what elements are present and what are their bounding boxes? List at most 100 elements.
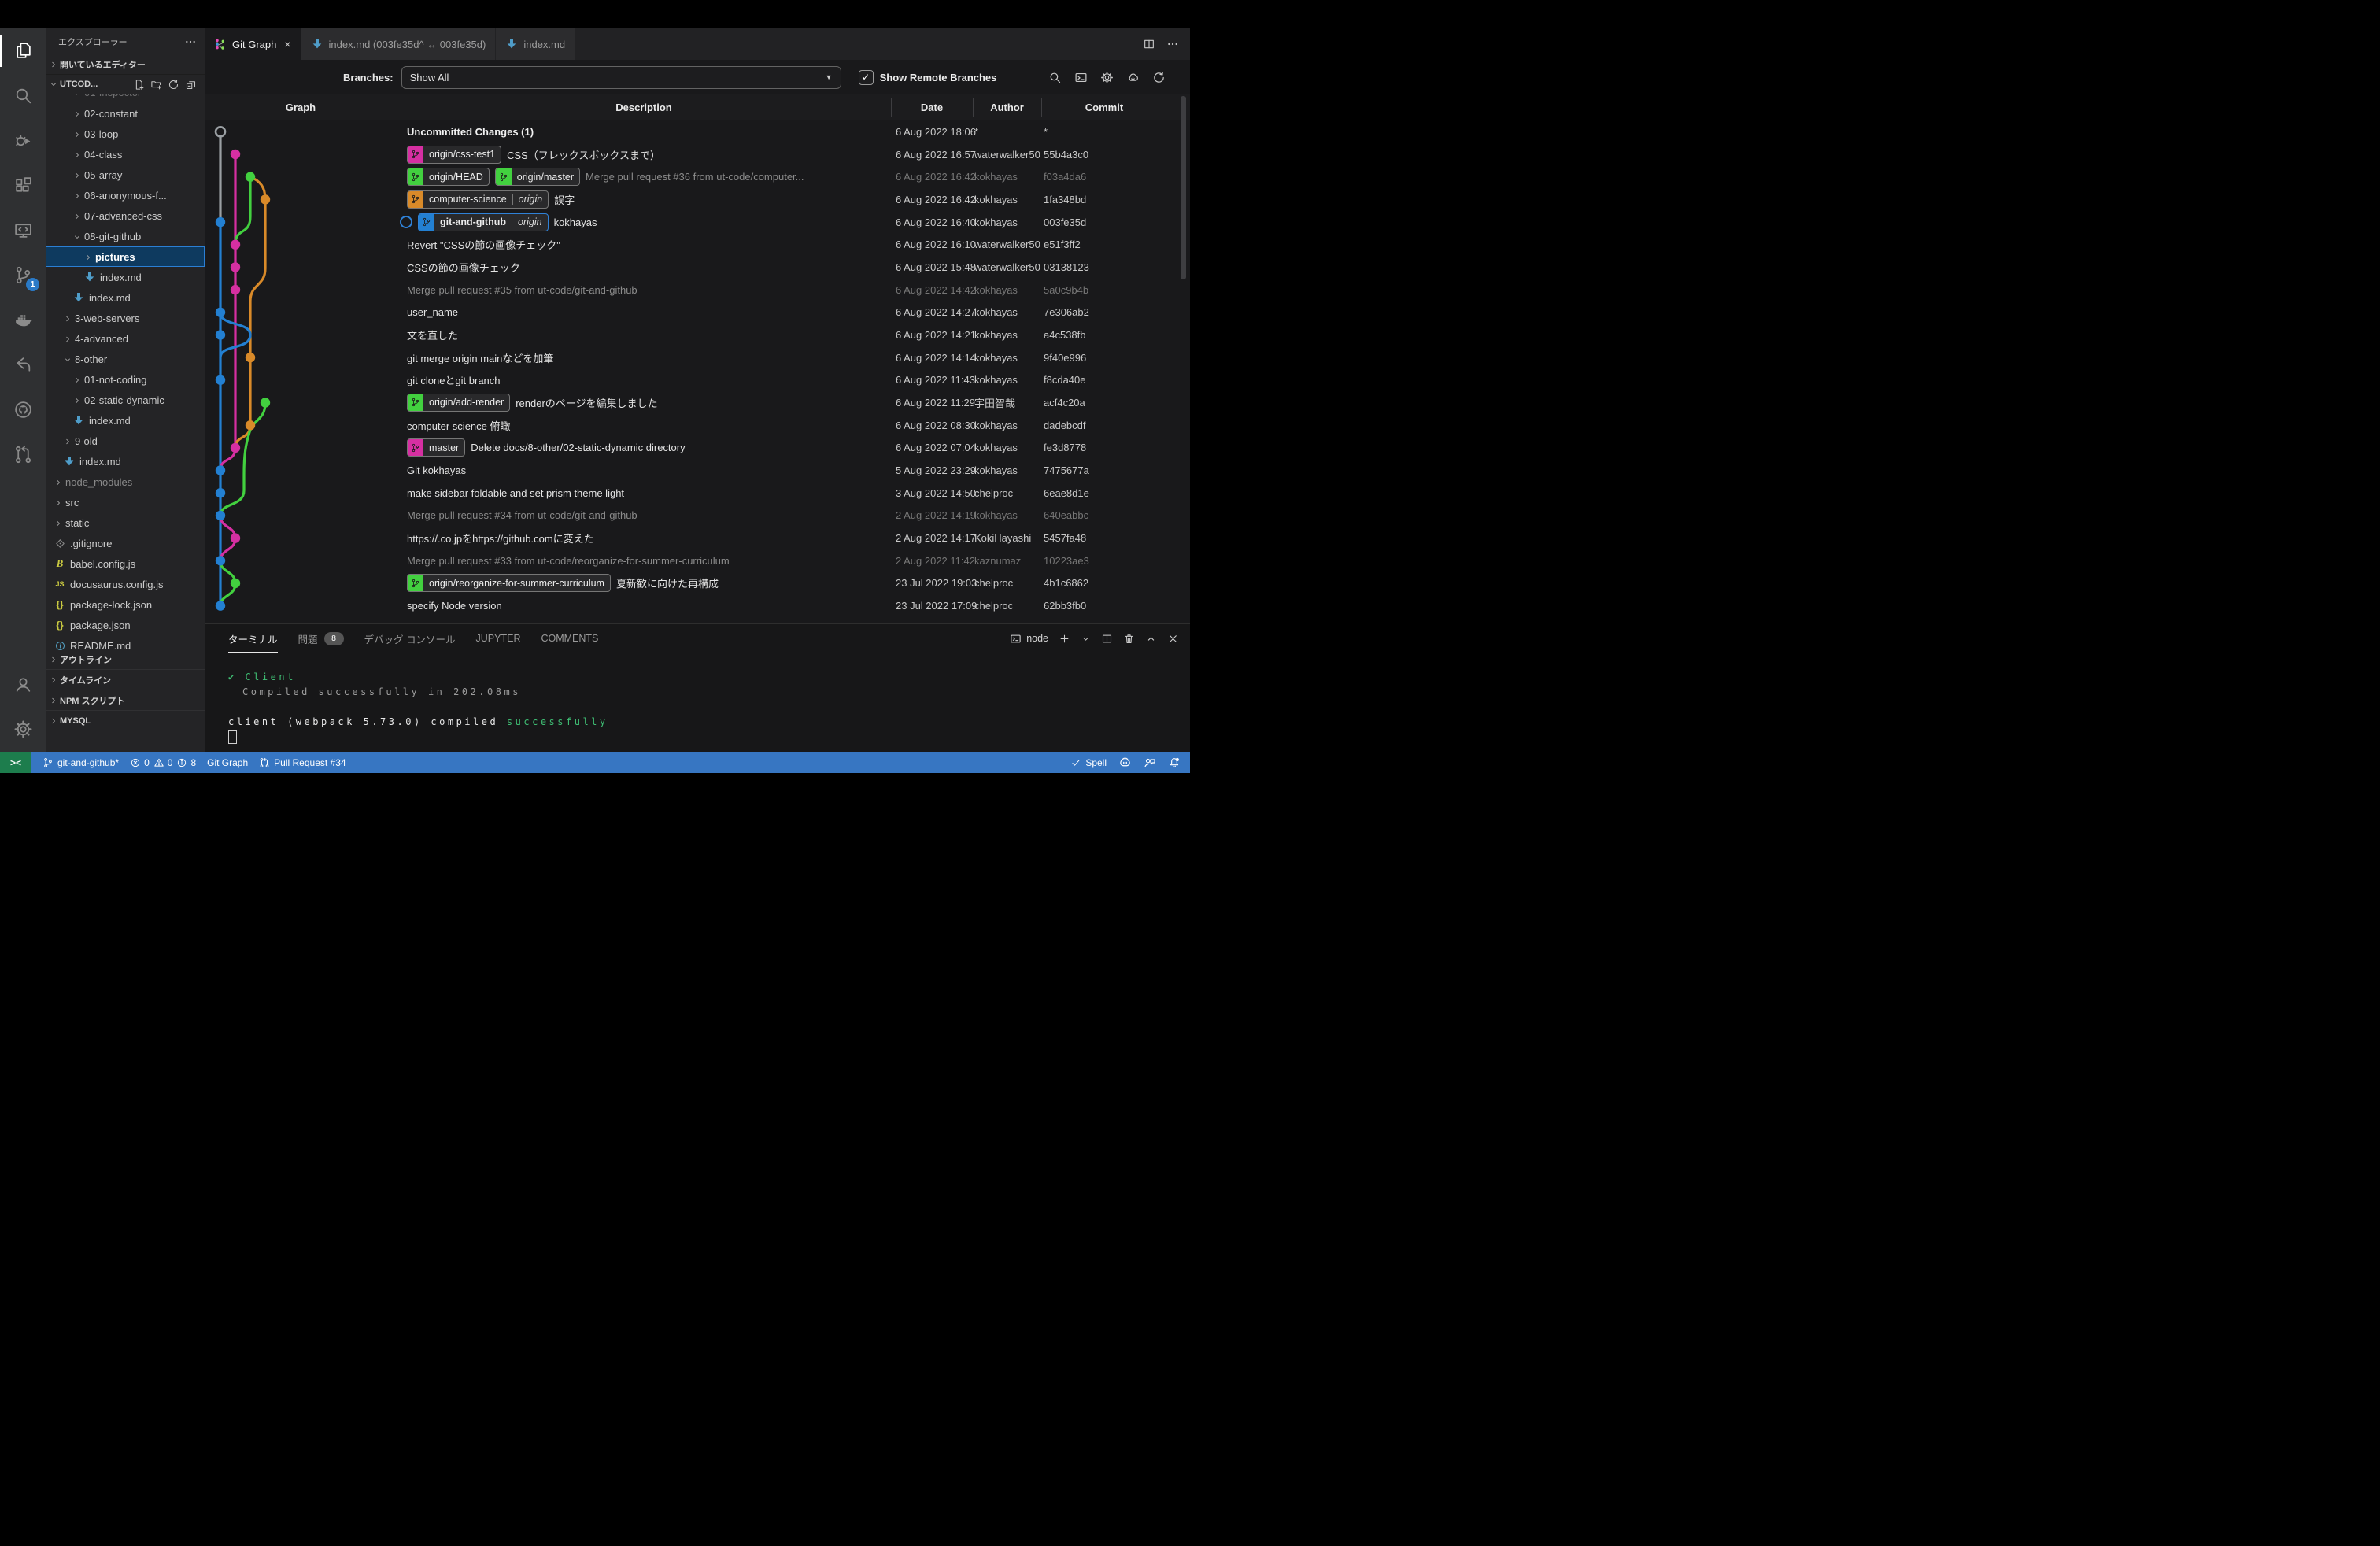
panel-tab-問題[interactable]: 問題8 bbox=[298, 624, 344, 653]
activitybar-run-debug[interactable] bbox=[0, 118, 46, 163]
tree-folder-3-web-servers[interactable]: 3-web-servers bbox=[46, 308, 205, 328]
commit-row-640eabbc[interactable]: Merge pull request #34 from ut-code/git-… bbox=[205, 504, 1190, 527]
tree-folder-8-other[interactable]: 8-other bbox=[46, 349, 205, 369]
show-remote-branches-checkbox[interactable]: ✓ bbox=[859, 70, 874, 85]
activitybar-remote-explorer[interactable] bbox=[0, 208, 46, 253]
branch-label-computer-science[interactable]: computer-scienceorigin bbox=[407, 190, 549, 209]
activitybar-pull-requests[interactable] bbox=[0, 432, 46, 477]
sidebar-section-アウトライン[interactable]: アウトライン bbox=[46, 649, 205, 669]
status-pull-request[interactable]: Pull Request #34 bbox=[259, 757, 346, 768]
split-editor-icon[interactable] bbox=[1143, 38, 1155, 50]
commit-row-a4c538fb[interactable]: 文を直した6 Aug 2022 14:21kokhayasa4c538fb bbox=[205, 324, 1190, 346]
tree-folder-03-loop[interactable]: 03-loop bbox=[46, 124, 205, 144]
commit-row-fe3d8778[interactable]: masterDelete docs/8-other/02-static-dyna… bbox=[205, 436, 1190, 459]
sidebar-section-MYSQL[interactable]: MYSQL bbox=[46, 710, 205, 730]
project-section[interactable]: UTCOD... bbox=[46, 74, 205, 94]
branch-label-git-and-github[interactable]: git-and-githuborigin bbox=[418, 213, 549, 231]
tree-folder-node_modules[interactable]: node_modules bbox=[46, 472, 205, 492]
tab-index-md-2[interactable]: index.md bbox=[496, 28, 575, 60]
collapse-folders-icon[interactable] bbox=[185, 79, 197, 91]
panel-tab-COMMENTS[interactable]: COMMENTS bbox=[541, 624, 598, 653]
search-commits-icon[interactable] bbox=[1048, 71, 1062, 84]
status-git-graph[interactable]: Git Graph bbox=[207, 757, 248, 768]
commit-row-f8cda40e[interactable]: git cloneとgit branch6 Aug 2022 11:43kokh… bbox=[205, 368, 1190, 391]
branches-dropdown[interactable]: Show All ▼ bbox=[401, 66, 841, 89]
tree-file-index.md[interactable]: index.md bbox=[46, 287, 205, 308]
branch-label-origin/css-test1[interactable]: origin/css-test1 bbox=[407, 146, 501, 164]
commit-row-e51f3ff2[interactable]: Revert "CSSの節の画像チェック"6 Aug 2022 16:10wat… bbox=[205, 233, 1190, 256]
tree-file-package.json[interactable]: {}package.json bbox=[46, 615, 205, 635]
commit-row-7e306ab2[interactable]: user_name6 Aug 2022 14:27kokhayas7e306ab… bbox=[205, 301, 1190, 324]
commit-row-9f40e996[interactable]: git merge origin mainなどを加筆6 Aug 2022 14:… bbox=[205, 346, 1190, 369]
tree-folder-02-static-dynamic[interactable]: 02-static-dynamic bbox=[46, 390, 205, 410]
sidebar-section-タイムライン[interactable]: タイムライン bbox=[46, 669, 205, 690]
commit-row-5a0c9b4b[interactable]: Merge pull request #35 from ut-code/git-… bbox=[205, 279, 1190, 301]
tree-folder-pictures[interactable]: pictures bbox=[46, 246, 205, 267]
tree-folder-06-anonymous-f...[interactable]: 06-anonymous-f... bbox=[46, 185, 205, 205]
remote-indicator[interactable]: >< bbox=[0, 752, 31, 773]
activitybar-source-control[interactable]: 1 bbox=[0, 253, 46, 298]
tree-file-index.md[interactable]: index.md bbox=[46, 410, 205, 431]
panel-tab-JUPYTER[interactable]: JUPYTER bbox=[476, 624, 521, 653]
tree-file-index.md[interactable]: index.md bbox=[46, 451, 205, 472]
settings-icon[interactable] bbox=[1100, 71, 1114, 84]
new-terminal-icon[interactable] bbox=[1059, 633, 1070, 645]
commit-row-10223ae3[interactable]: Merge pull request #33 from ut-code/reor… bbox=[205, 549, 1190, 572]
tree-folder-07-advanced-css[interactable]: 07-advanced-css bbox=[46, 205, 205, 226]
commit-row-*[interactable]: Uncommitted Changes (1)6 Aug 2022 18:06*… bbox=[205, 120, 1190, 143]
open-editors-section[interactable]: 開いているエディター bbox=[46, 55, 205, 74]
commit-row-7475677a[interactable]: Git kokhayas5 Aug 2022 23:29kokhayas7475… bbox=[205, 459, 1190, 482]
activitybar-extensions[interactable] bbox=[0, 163, 46, 208]
new-folder-icon[interactable] bbox=[150, 79, 162, 91]
refresh-explorer-icon[interactable] bbox=[168, 79, 179, 91]
branch-label-master[interactable]: master bbox=[407, 438, 465, 457]
activitybar-docker[interactable] bbox=[0, 298, 46, 342]
split-terminal-icon[interactable] bbox=[1101, 633, 1113, 645]
activitybar-github[interactable] bbox=[0, 387, 46, 432]
status-problems[interactable]: 0 0 8 bbox=[130, 757, 196, 768]
activitybar-explorer[interactable] bbox=[0, 28, 46, 73]
branch-label-origin/reorganize-for-summer-curriculum[interactable]: origin/reorganize-for-summer-curriculum bbox=[407, 574, 611, 592]
status-branch[interactable]: git-and-github* bbox=[42, 757, 119, 768]
open-terminal-icon[interactable] bbox=[1074, 71, 1088, 84]
activitybar-history[interactable] bbox=[0, 342, 46, 387]
panel-tab-デバッグ コンソール[interactable]: デバッグ コンソール bbox=[364, 624, 456, 653]
branch-label-origin/HEAD[interactable]: origin/HEAD bbox=[407, 168, 490, 186]
commit-row-5457fa48[interactable]: https://.co.jpをhttps://github.comに変えた2 A… bbox=[205, 527, 1190, 549]
activitybar-accounts[interactable] bbox=[0, 662, 46, 707]
kill-terminal-icon[interactable] bbox=[1123, 633, 1135, 645]
terminal-shell-item[interactable]: node bbox=[1010, 633, 1048, 645]
notifications-icon[interactable] bbox=[1168, 756, 1181, 769]
feedback-icon[interactable] bbox=[1144, 756, 1156, 769]
activitybar-search[interactable] bbox=[0, 73, 46, 118]
table-scrollbar[interactable] bbox=[1181, 96, 1186, 279]
panel-tab-ターミナル[interactable]: ターミナル bbox=[228, 624, 278, 653]
tree-folder-4-advanced[interactable]: 4-advanced bbox=[46, 328, 205, 349]
commit-row-03138123[interactable]: CSSの節の画像チェック6 Aug 2022 15:48waterwalker5… bbox=[205, 256, 1190, 279]
tree-folder-src[interactable]: src bbox=[46, 492, 205, 512]
refresh-graph-icon[interactable] bbox=[1152, 71, 1166, 84]
activitybar-settings[interactable] bbox=[0, 707, 46, 752]
commit-row-dadebcdf[interactable]: computer science 俯瞰6 Aug 2022 08:30kokha… bbox=[205, 414, 1190, 437]
tree-file-package-lock.json[interactable]: {}package-lock.json bbox=[46, 594, 205, 615]
commit-row-1fa348bd[interactable]: computer-scienceorigin誤字6 Aug 2022 16:42… bbox=[205, 188, 1190, 211]
tab-git-graph[interactable]: Git Graph× bbox=[205, 28, 301, 60]
close-tab-icon[interactable]: × bbox=[284, 38, 290, 50]
tree-file-index.md[interactable]: index.md bbox=[46, 267, 205, 287]
new-file-icon[interactable] bbox=[133, 79, 145, 91]
tree-folder-01-not-coding[interactable]: 01-not-coding bbox=[46, 369, 205, 390]
maximize-panel-icon[interactable] bbox=[1145, 633, 1157, 645]
status-spell[interactable]: Spell bbox=[1070, 757, 1107, 768]
close-panel-icon[interactable] bbox=[1167, 633, 1179, 645]
tree-folder-08-git-github[interactable]: 08-git-github bbox=[46, 226, 205, 246]
commit-row-acf4c20a[interactable]: origin/add-renderrenderのページを編集しました6 Aug … bbox=[205, 391, 1190, 414]
tree-folder-static[interactable]: static bbox=[46, 512, 205, 533]
commit-row-55b4a3c0[interactable]: origin/css-test1CSS（フレックスボックスまで）6 Aug 20… bbox=[205, 143, 1190, 166]
branch-label-origin/master[interactable]: origin/master bbox=[495, 168, 580, 186]
commit-row-6eae8d1e[interactable]: make sidebar foldable and set prism them… bbox=[205, 482, 1190, 505]
tree-file-.gitignore[interactable]: .gitignore bbox=[46, 533, 205, 553]
tree-folder-05-array[interactable]: 05-array bbox=[46, 165, 205, 185]
tree-folder-02-constant[interactable]: 02-constant bbox=[46, 103, 205, 124]
copilot-icon[interactable] bbox=[1118, 756, 1132, 769]
tree-folder-01-Inspector[interactable]: 01-Inspector bbox=[46, 94, 205, 103]
